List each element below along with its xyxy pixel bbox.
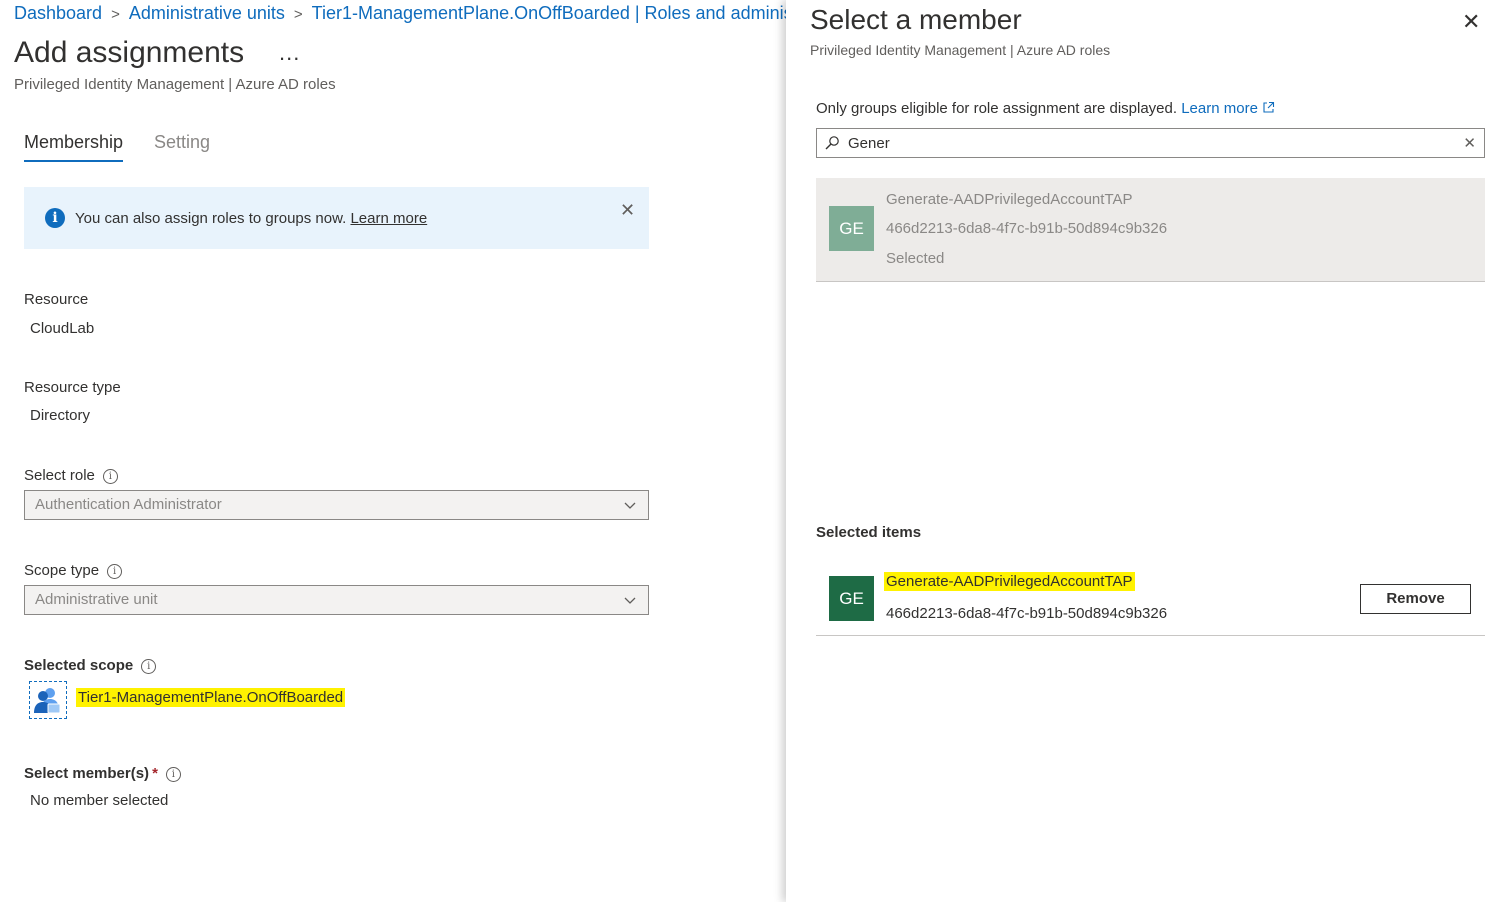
page-subtitle: Privileged Identity Management | Azure A…: [14, 76, 336, 93]
member-search-input[interactable]: Gener ✕: [816, 128, 1485, 158]
info-banner: i You can also assign roles to groups no…: [24, 187, 649, 249]
eligibility-note-text: Only groups eligible for role assignment…: [816, 100, 1178, 117]
resource-type-label: Resource type: [24, 379, 121, 396]
selected-item-name: Generate-AADPrivilegedAccountTAP: [884, 572, 1135, 591]
search-result-item[interactable]: GE Generate-AADPrivilegedAccountTAP 466d…: [816, 178, 1485, 282]
breadcrumb-admin-unit-roles[interactable]: Tier1-ManagementPlane.OnOffBoarded | Rol…: [312, 3, 786, 23]
info-icon: i: [45, 208, 65, 228]
resource-value: CloudLab: [30, 320, 95, 337]
required-indicator: *: [152, 765, 158, 782]
close-icon[interactable]: ✕: [620, 200, 635, 221]
tab-membership[interactable]: Membership: [24, 132, 124, 162]
scope-type-value: Administrative unit: [35, 591, 158, 608]
more-options-icon[interactable]: ...: [279, 40, 300, 66]
select-role-label: Select role i: [24, 467, 118, 484]
info-banner-message: You can also assign roles to groups now.: [75, 210, 347, 227]
breadcrumb-administrative-units[interactable]: Administrative units: [129, 3, 285, 23]
info-banner-text: You can also assign roles to groups now.…: [75, 210, 427, 227]
chevron-right-icon: >: [111, 6, 120, 23]
resource-label: Resource: [24, 291, 89, 308]
info-tooltip-icon[interactable]: i: [107, 564, 123, 579]
search-icon: [825, 136, 839, 150]
scope-type-dropdown[interactable]: Administrative unit: [24, 585, 649, 615]
result-status: Selected: [886, 250, 945, 267]
info-tooltip-icon[interactable]: i: [141, 659, 157, 674]
tab-setting[interactable]: Setting: [154, 132, 210, 153]
breadcrumb: Dashboard > Administrative units > Tier1-Man…: [14, 3, 786, 24]
external-link-icon: [1263, 101, 1275, 113]
group-avatar: GE: [829, 576, 874, 621]
selected-scope-label: Selected scope i: [24, 657, 157, 674]
group-avatar: GE: [829, 206, 874, 251]
result-name: Generate-AADPrivilegedAccountTAP: [886, 191, 1133, 208]
info-tooltip-icon[interactable]: i: [165, 767, 181, 782]
administrative-unit-icon: [29, 681, 67, 719]
chevron-right-icon: >: [293, 6, 303, 23]
add-assignments-blade: Dashboard > Administrative units > Tier1-Man…: [0, 0, 786, 902]
info-banner-learn-more-link[interactable]: Learn more: [350, 210, 427, 227]
resource-type-value: Directory: [30, 407, 91, 424]
no-member-selected-link[interactable]: No member selected: [30, 792, 168, 809]
clear-search-icon[interactable]: ✕: [1463, 134, 1476, 152]
selected-items-heading: Selected items: [816, 524, 922, 541]
select-role-label-text: Select role: [24, 467, 95, 484]
chevron-down-icon: [624, 502, 636, 509]
selected-scope-label-text: Selected scope: [24, 657, 134, 674]
learn-more-link[interactable]: Learn more: [1181, 100, 1258, 117]
selected-item-id: 466d2213-6da8-4f7c-b91b-50d894c9b326: [886, 605, 1168, 622]
selected-item: GE Generate-AADPrivilegedAccountTAP 466d…: [816, 566, 1485, 636]
select-members-label: Select member(s) * i: [24, 765, 181, 782]
remove-button[interactable]: Remove: [1360, 584, 1471, 614]
chevron-down-icon: [624, 597, 636, 604]
select-member-panel: Select a member Privileged Identity Mana…: [786, 0, 1506, 902]
info-tooltip-icon[interactable]: i: [102, 469, 118, 484]
member-search-value: Gener: [848, 135, 890, 152]
select-role-value: Authentication Administrator: [35, 496, 222, 513]
eligibility-note: Only groups eligible for role assignment…: [816, 100, 1275, 117]
select-members-label-text: Select member(s): [24, 765, 150, 782]
selected-scope-value: Tier1-ManagementPlane.OnOffBoarded: [76, 688, 346, 707]
scope-type-label: Scope type i: [24, 562, 123, 579]
panel-title: Select a member: [810, 4, 1022, 35]
select-role-dropdown[interactable]: Authentication Administrator: [24, 490, 649, 520]
scope-type-label-text: Scope type: [24, 562, 100, 579]
result-id: 466d2213-6da8-4f7c-b91b-50d894c9b326: [886, 220, 1168, 237]
panel-subtitle: Privileged Identity Management | Azure A…: [810, 42, 1111, 58]
page-title: Add assignments: [14, 36, 245, 69]
close-panel-icon[interactable]: ✕: [1462, 9, 1480, 35]
breadcrumb-dashboard[interactable]: Dashboard: [14, 3, 102, 23]
